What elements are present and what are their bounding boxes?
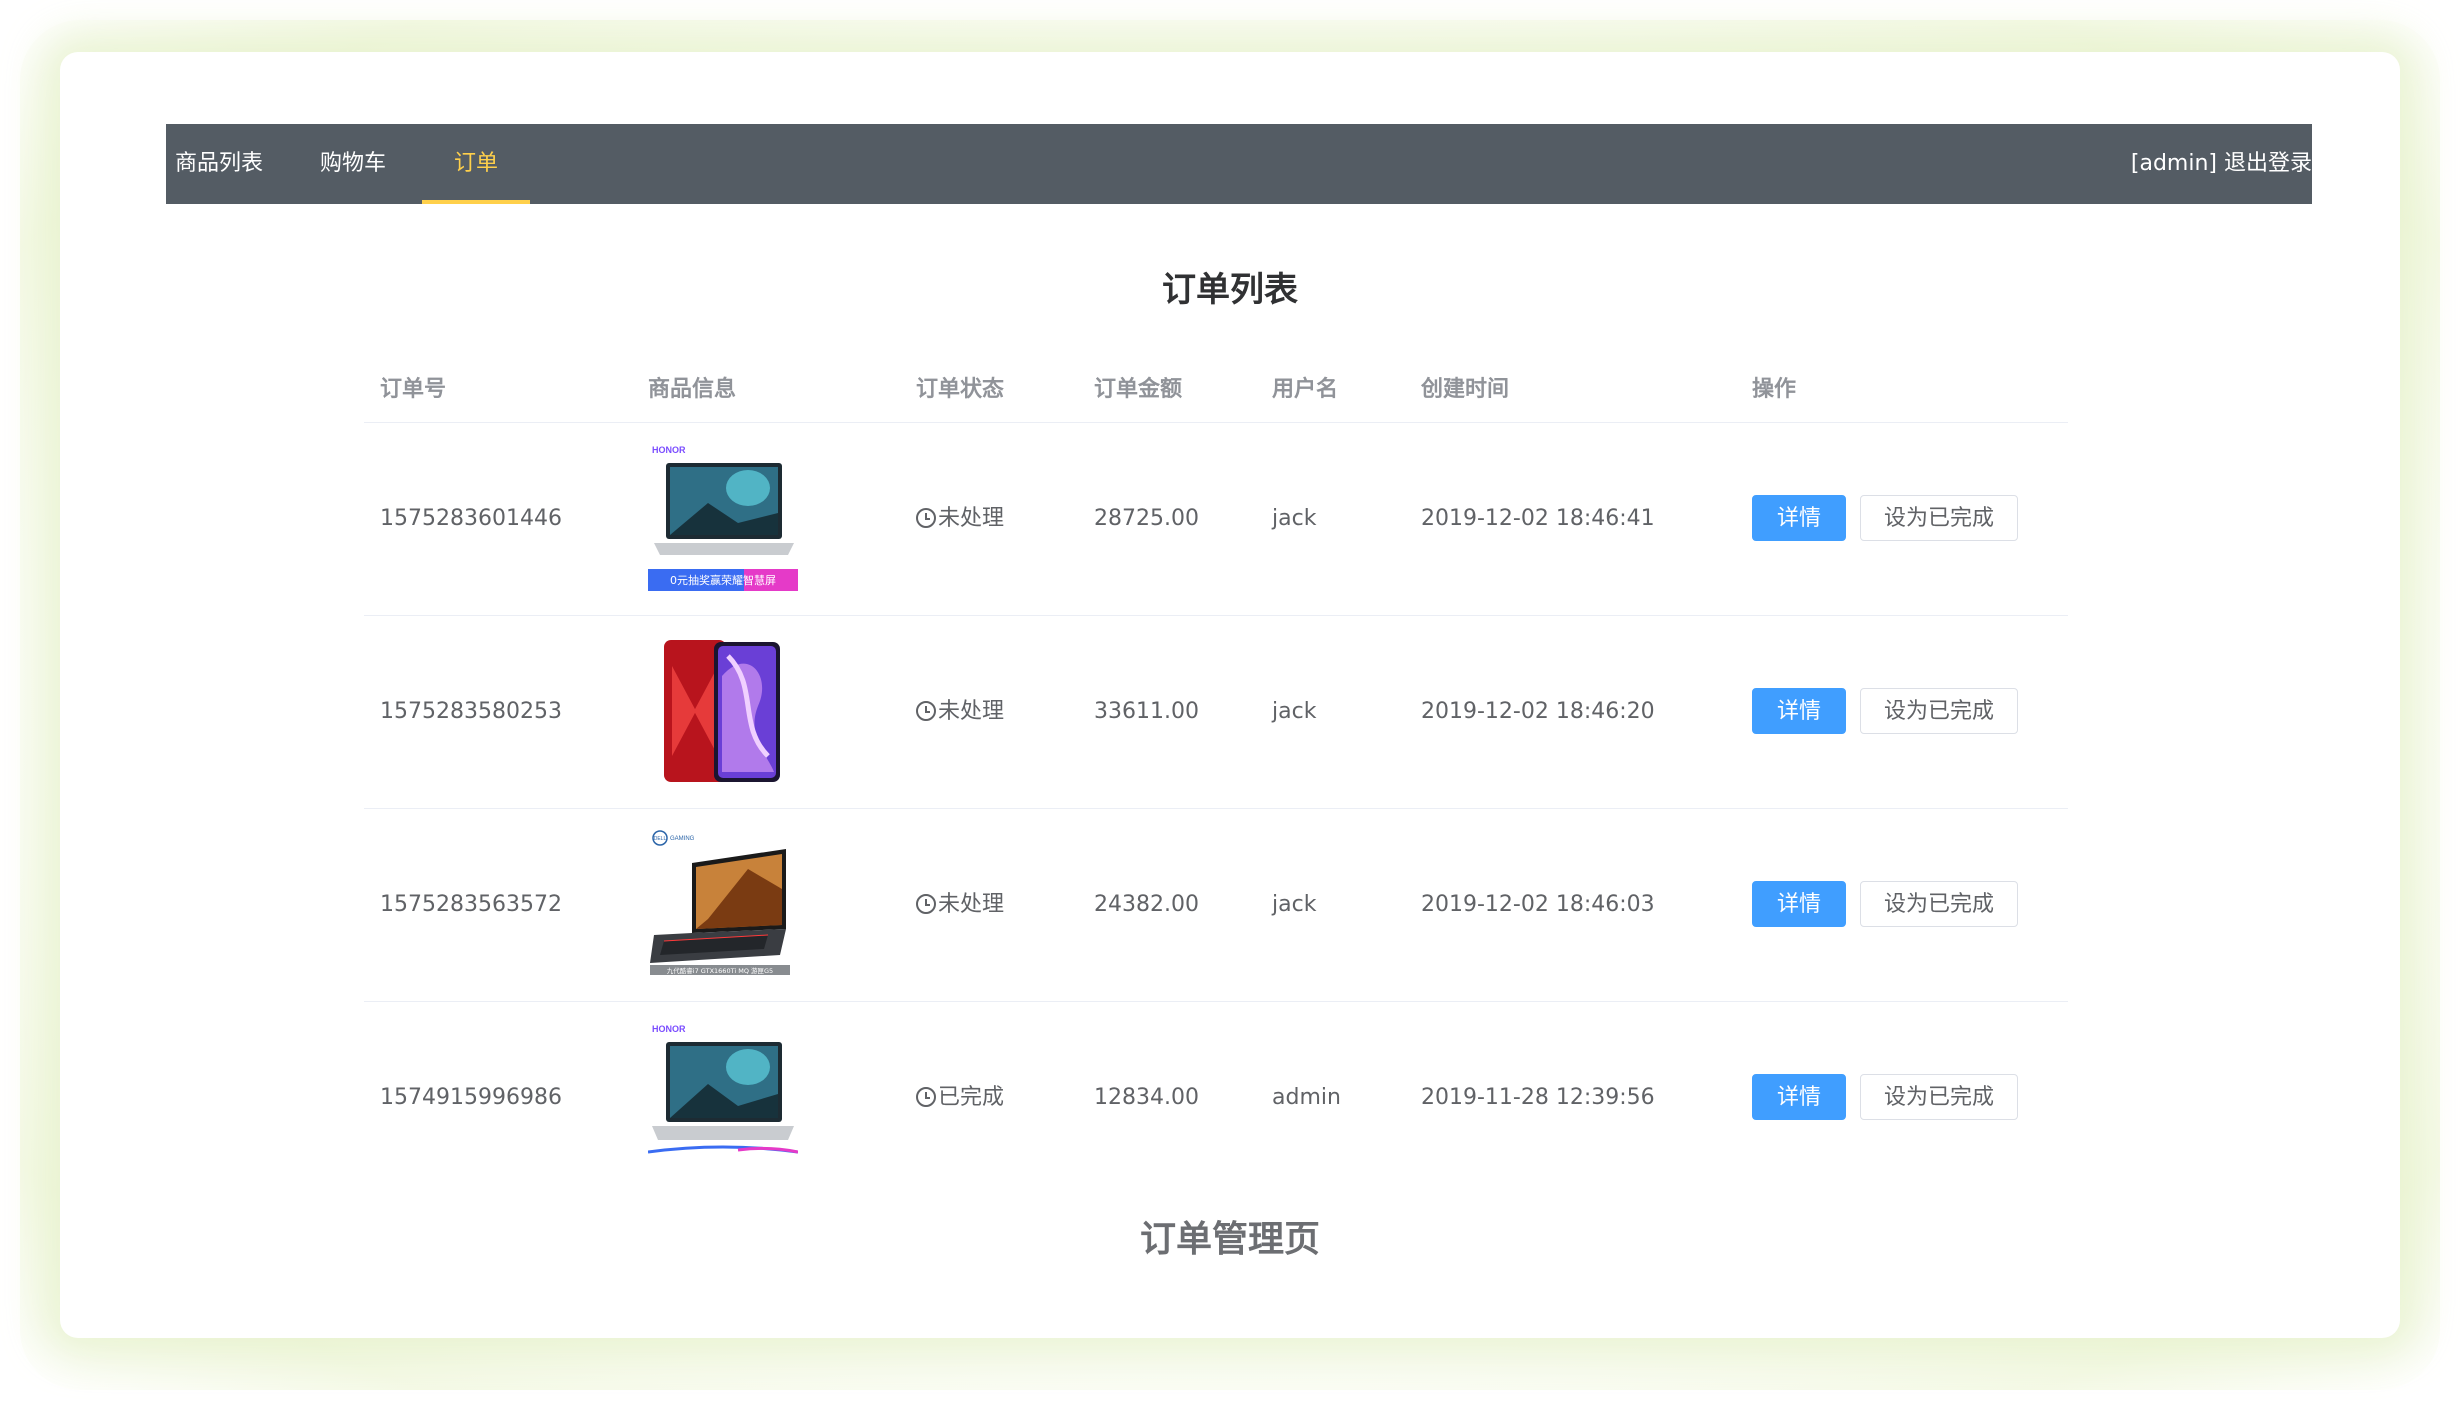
detail-button[interactable]: 详情 — [1752, 495, 1846, 541]
order-user: jack — [1272, 506, 1317, 531]
row-actions: 详情 设为已完成 — [1752, 423, 2032, 615]
status-text: 未处理 — [938, 506, 1005, 531]
dell-logo: DELL — [654, 836, 667, 842]
order-user: jack — [1272, 892, 1317, 917]
order-status: 已完成 — [916, 1002, 1004, 1194]
mark-complete-button[interactable]: 设为已完成 — [1860, 688, 2018, 734]
honor-logo: HONOR — [652, 445, 686, 455]
product-image-gaming-laptop[interactable]: DELL GAMING 九代酷睿i7 GTX1660Ti MQ 游匣G5 — [648, 829, 798, 979]
order-created: 2019-12-02 18:46:03 — [1421, 892, 1655, 917]
dell-banner: 九代酷睿i7 GTX1660Ti MQ 游匣G5 — [667, 966, 773, 975]
table-row: 1575283563572 DELL GAMING 九代酷睿i7 GTX1660… — [364, 809, 2068, 1002]
status-text: 未处理 — [938, 892, 1005, 917]
product-image-laptop[interactable]: HONOR — [648, 1022, 798, 1172]
order-id: 1575283580253 — [380, 699, 562, 724]
clock-icon — [916, 701, 936, 721]
order-status: 未处理 — [916, 423, 1004, 615]
dell-gaming-label: GAMING — [670, 836, 695, 842]
order-amount: 24382.00 — [1094, 892, 1199, 917]
clock-icon — [916, 894, 936, 914]
header-username: 用户名 — [1272, 377, 1339, 402]
order-created: 2019-12-02 18:46:41 — [1421, 506, 1655, 531]
header-amount: 订单金额 — [1094, 377, 1183, 402]
header-order-id: 订单号 — [380, 377, 447, 402]
product-image-phone[interactable] — [648, 636, 798, 786]
orders-table: 订单号 商品信息 订单状态 订单金额 用户名 创建时间 操作 157528360… — [364, 358, 2068, 1194]
order-amount: 33611.00 — [1094, 699, 1199, 724]
header-actions: 操作 — [1752, 377, 1797, 402]
order-created: 2019-11-28 12:39:56 — [1421, 1085, 1655, 1110]
order-id: 1575283601446 — [380, 506, 562, 531]
table-header: 订单号 商品信息 订单状态 订单金额 用户名 创建时间 操作 — [364, 358, 2068, 423]
logout-link[interactable]: [admin] 退出登录 — [2131, 124, 2312, 204]
honor-logo: HONOR — [652, 1024, 686, 1034]
order-id: 1574915996986 — [380, 1085, 562, 1110]
nav-item-products[interactable]: 商品列表 — [166, 124, 272, 204]
order-created: 2019-12-02 18:46:20 — [1421, 699, 1655, 724]
footer-title: 订单管理页 — [1139, 1219, 1320, 1260]
detail-button[interactable]: 详情 — [1752, 1074, 1846, 1120]
clock-icon — [916, 508, 936, 528]
detail-button[interactable]: 详情 — [1752, 688, 1846, 734]
app-window: 商品列表 购物车 订单 [admin] 退出登录 订单列表 订单号 商品信息 订… — [60, 52, 2400, 1338]
order-amount: 12834.00 — [1094, 1085, 1199, 1110]
promo-banner: 0元抽奖赢荣耀智慧屏 — [670, 573, 776, 587]
page-title: 订单列表 — [1162, 270, 1298, 310]
order-id: 1575283563572 — [380, 892, 562, 917]
row-actions: 详情 设为已完成 — [1752, 1002, 2032, 1194]
mark-complete-button[interactable]: 设为已完成 — [1860, 495, 2018, 541]
top-navbar: 商品列表 购物车 订单 [admin] 退出登录 — [166, 124, 2312, 204]
order-status: 未处理 — [916, 809, 1004, 1001]
product-image-laptop[interactable]: HONOR 0元抽奖赢荣耀智慧屏 — [648, 443, 798, 593]
table-row: 1574915996986 HONOR 已完成 12834.00 admin 2… — [364, 1002, 2068, 1194]
order-status: 未处理 — [916, 616, 1004, 808]
mark-complete-button[interactable]: 设为已完成 — [1860, 1074, 2018, 1120]
nav-item-cart[interactable]: 购物车 — [298, 124, 408, 204]
header-created: 创建时间 — [1421, 377, 1510, 402]
header-status: 订单状态 — [916, 377, 1005, 402]
header-product: 商品信息 — [648, 377, 737, 402]
order-user: admin — [1272, 1085, 1341, 1110]
clock-icon — [916, 1087, 936, 1107]
nav-item-orders[interactable]: 订单 — [422, 124, 530, 204]
status-text: 未处理 — [938, 699, 1005, 724]
mark-complete-button[interactable]: 设为已完成 — [1860, 881, 2018, 927]
detail-button[interactable]: 详情 — [1752, 881, 1846, 927]
row-actions: 详情 设为已完成 — [1752, 809, 2032, 1001]
table-row: 1575283601446 HONOR 0元抽奖赢荣耀智慧屏 未处理 28725… — [364, 423, 2068, 616]
table-row: 1575283580253 未处理 33611.00 jack 2019-12-… — [364, 616, 2068, 809]
status-text: 已完成 — [938, 1085, 1005, 1110]
row-actions: 详情 设为已完成 — [1752, 616, 2032, 808]
order-user: jack — [1272, 699, 1317, 724]
order-amount: 28725.00 — [1094, 506, 1199, 531]
